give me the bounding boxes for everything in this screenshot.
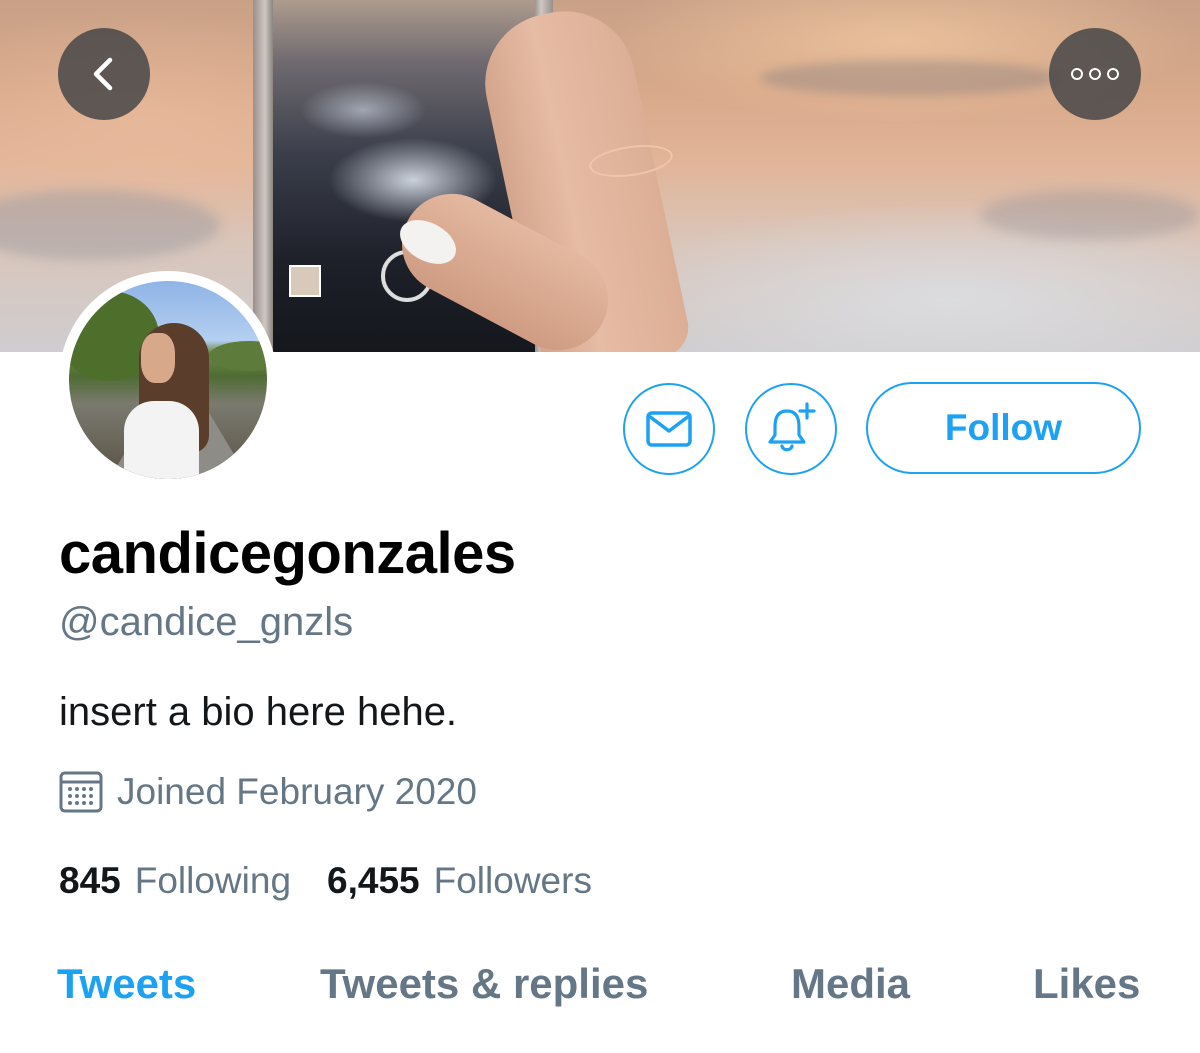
following-label: Following [134, 860, 292, 901]
bell-plus-icon [768, 402, 816, 452]
avatar[interactable] [59, 271, 277, 489]
follow-button[interactable]: Follow [866, 382, 1141, 474]
tab-tweets[interactable]: Tweets [57, 960, 196, 1008]
notifications-button[interactable] [745, 383, 837, 475]
profile-tabs: Tweets Tweets & replies Media Likes [0, 960, 1200, 1030]
more-options-button[interactable] [1049, 28, 1141, 120]
banner-decoration [0, 190, 220, 260]
following-stat[interactable]: 845 Following [59, 860, 291, 902]
user-handle: @candice_gnzls [59, 600, 354, 644]
joined-date: Joined February 2020 [59, 770, 477, 814]
followers-label: Followers [433, 860, 592, 901]
follow-stats: 845 Following 6,455 Followers [59, 860, 592, 902]
banner-phone-thumbnail [289, 265, 321, 297]
banner-decoration [980, 190, 1200, 240]
avatar-photo [69, 281, 267, 479]
tab-tweets-and-replies[interactable]: Tweets & replies [320, 960, 648, 1008]
message-button[interactable] [623, 383, 715, 475]
tab-likes[interactable]: Likes [1033, 960, 1140, 1008]
tab-media[interactable]: Media [791, 960, 910, 1008]
more-horizontal-icon [1071, 68, 1119, 80]
back-button[interactable] [58, 28, 150, 120]
joined-date-text: Joined February 2020 [117, 771, 477, 812]
envelope-icon [646, 411, 692, 447]
display-name: candicegonzales [59, 521, 516, 586]
chevron-left-icon [93, 57, 113, 91]
followers-stat[interactable]: 6,455 Followers [327, 860, 592, 902]
banner-decoration [760, 60, 1060, 96]
calendar-icon [59, 771, 103, 813]
profile-bio: insert a bio here hehe. [59, 690, 458, 734]
following-count: 845 [59, 860, 121, 901]
followers-count: 6,455 [327, 860, 420, 901]
